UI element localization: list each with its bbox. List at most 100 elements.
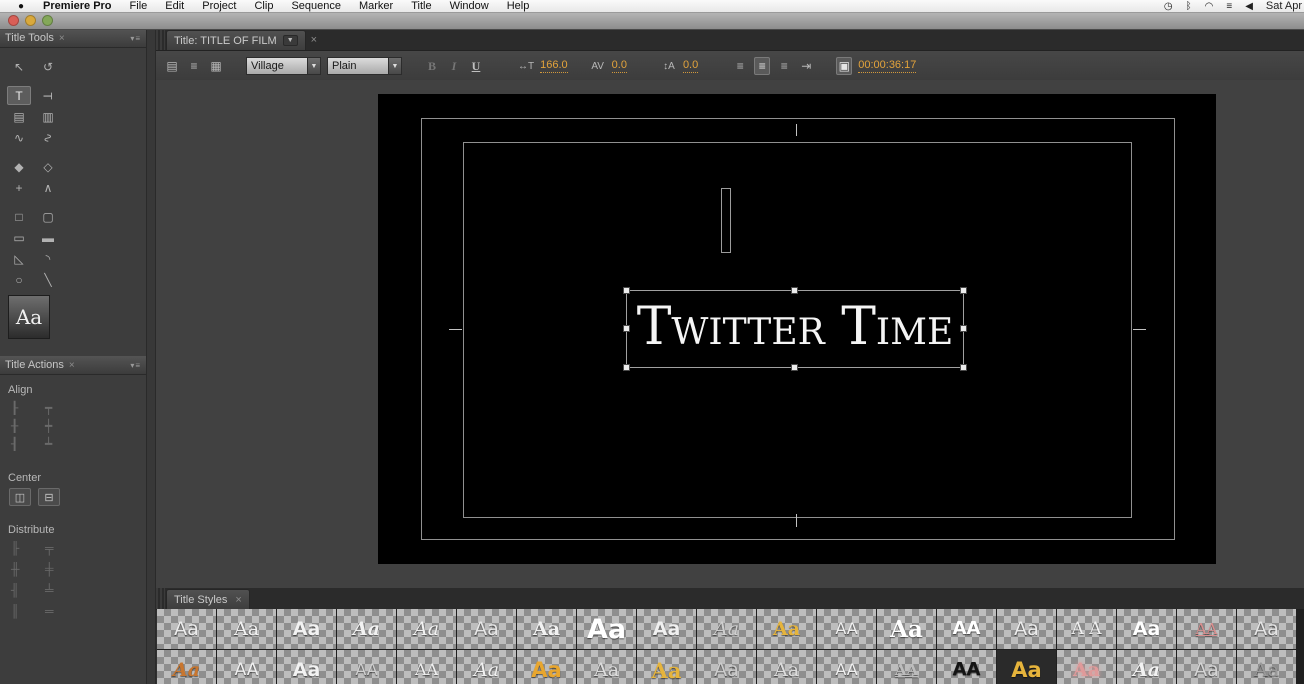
menu-item-edit[interactable]: Edit	[156, 0, 193, 12]
style-swatch[interactable]: Aa	[577, 650, 636, 684]
pen-tool[interactable]: ◆	[7, 157, 31, 176]
style-swatch[interactable]: Aa	[277, 650, 336, 684]
menu-item-window[interactable]: Window	[441, 0, 498, 12]
resize-handle-n[interactable]	[791, 287, 798, 294]
align-vertical-bottom[interactable]: ┷	[45, 436, 71, 451]
panel-menu-icon[interactable]: ▾≡	[130, 361, 141, 370]
style-swatch[interactable]: Aa	[637, 609, 696, 649]
menu-item-file[interactable]: File	[121, 0, 157, 12]
font-size-value[interactable]: 166.0	[540, 59, 568, 74]
window-title-bar[interactable]	[0, 12, 1304, 30]
style-swatch[interactable]: Aa	[517, 650, 576, 684]
style-swatch[interactable]: A A	[1057, 609, 1116, 649]
delete-anchor-point-tool[interactable]: ◇	[36, 157, 60, 176]
show-background-video-icon[interactable]: ▣	[836, 57, 853, 75]
round-rectangle-tool[interactable]: ▬	[36, 228, 60, 247]
volume-icon[interactable]: ◀	[1245, 1, 1253, 12]
close-panel-icon[interactable]: ×	[59, 33, 65, 44]
style-swatch[interactable]: Aa	[517, 609, 576, 649]
leading-value[interactable]: 0.0	[682, 59, 699, 74]
style-swatch[interactable]: Aa	[1057, 650, 1116, 684]
style-swatch[interactable]: Aa	[577, 609, 636, 649]
line-tool[interactable]: ╲	[36, 270, 60, 289]
vertical-area-type-tool[interactable]: ▥	[36, 107, 60, 126]
style-swatch[interactable]: AA	[217, 650, 276, 684]
style-swatch[interactable]: Aa	[697, 609, 756, 649]
menu-item-clip[interactable]: Clip	[245, 0, 282, 12]
titler-tab[interactable]: Title: TITLE OF FILM ▼	[166, 30, 306, 50]
ellipse-tool[interactable]: ○	[7, 270, 31, 289]
font-style-dropdown-arrow[interactable]: ▼	[389, 57, 402, 75]
resize-handle-e[interactable]	[960, 325, 967, 332]
distribute-vertical-even[interactable]: ═	[45, 603, 71, 618]
style-swatch[interactable]: AA	[937, 650, 996, 684]
style-swatch[interactable]: Aa	[457, 650, 516, 684]
style-swatch[interactable]: Aa	[217, 609, 276, 649]
roll-crawl-options-icon[interactable]: ≡	[186, 57, 202, 75]
selected-text-object[interactable]: Twitter Time	[623, 287, 967, 371]
style-swatch[interactable]: Aa	[1177, 650, 1236, 684]
menu-item-help[interactable]: Help	[498, 0, 539, 12]
distribute-vertical-bottom[interactable]: ╧	[45, 582, 71, 597]
panel-grip[interactable]	[156, 588, 165, 609]
close-window-button[interactable]	[8, 15, 19, 26]
tab-stops-icon[interactable]: ⇥	[798, 57, 814, 75]
distribute-vertical-center[interactable]: ╪	[45, 561, 71, 576]
style-swatch[interactable]: Aa	[1117, 609, 1176, 649]
style-swatch[interactable]: Aa	[997, 650, 1056, 684]
style-swatch[interactable]: Aa	[997, 609, 1056, 649]
menu-clock[interactable]: Sat Apr	[1266, 0, 1302, 12]
resize-handle-w[interactable]	[623, 325, 630, 332]
menu-item-sequence[interactable]: Sequence	[282, 0, 350, 12]
style-swatch[interactable]: Aa	[757, 650, 816, 684]
zoom-window-button[interactable]	[42, 15, 53, 26]
title-tools-header[interactable]: Title Tools × ▾≡	[0, 29, 146, 48]
font-browser-preview[interactable]: Aa	[8, 295, 50, 339]
font-style-value[interactable]: Plain	[327, 57, 389, 75]
style-swatch[interactable]: AA	[937, 609, 996, 649]
style-swatch[interactable]: Aa	[157, 650, 216, 684]
distribute-horizontal-center[interactable]: ╫	[11, 561, 37, 576]
close-panel-icon[interactable]: ×	[235, 594, 241, 606]
style-swatch[interactable]: Aa	[397, 609, 456, 649]
type-tool[interactable]: T	[7, 86, 31, 105]
style-swatch[interactable]: AA	[337, 650, 396, 684]
rounded-rectangle-tool[interactable]: ▢	[36, 207, 60, 226]
style-swatch[interactable]: AA	[397, 650, 456, 684]
underline-button[interactable]: U	[468, 57, 484, 75]
font-family-dropdown[interactable]: Village ▼	[246, 57, 321, 75]
style-swatch[interactable]: Aa	[277, 609, 336, 649]
align-horizontal-center[interactable]: ╂	[11, 418, 37, 433]
new-title-icon[interactable]: ▤	[164, 57, 180, 75]
title-actions-header[interactable]: Title Actions × ▾≡	[0, 356, 146, 375]
time-machine-icon[interactable]: ◷	[1164, 1, 1173, 12]
menu-item-project[interactable]: Project	[193, 0, 245, 12]
distribute-horizontal-right[interactable]: ╢	[11, 582, 37, 597]
align-center-icon[interactable]: ≡	[754, 57, 771, 75]
wedge-tool[interactable]: ◺	[7, 249, 31, 268]
align-vertical-center[interactable]: ┿	[45, 418, 71, 433]
style-swatch[interactable]: AA	[817, 609, 876, 649]
arc-tool[interactable]: ◝	[36, 249, 60, 268]
title-dropdown-icon[interactable]: ▼	[282, 35, 298, 46]
rectangle-tool[interactable]: □	[7, 207, 31, 226]
close-panel-icon[interactable]: ×	[69, 360, 75, 371]
distribute-vertical-top[interactable]: ╤	[45, 540, 71, 555]
style-swatch[interactable]: Aa	[337, 609, 396, 649]
style-swatch[interactable]: Aa	[1117, 650, 1176, 684]
style-swatch[interactable]: AA	[877, 650, 936, 684]
resize-handle-ne[interactable]	[960, 287, 967, 294]
style-swatch[interactable]: Aa	[1237, 609, 1296, 649]
add-anchor-point-tool[interactable]: +	[7, 178, 31, 197]
resize-handle-sw[interactable]	[623, 364, 630, 371]
resize-handle-s[interactable]	[791, 364, 798, 371]
panel-gutter[interactable]	[147, 29, 156, 684]
bold-button[interactable]: B	[424, 57, 440, 75]
clipped-corner-rectangle-tool[interactable]: ▭	[7, 228, 31, 247]
style-swatch[interactable]: Aa	[637, 650, 696, 684]
style-swatch[interactable]: Aa	[157, 609, 216, 649]
resize-handle-nw[interactable]	[623, 287, 630, 294]
style-swatch[interactable]: Aa	[1237, 650, 1296, 684]
panel-grip[interactable]	[156, 29, 165, 50]
apple-menu-icon[interactable]: ●	[8, 1, 34, 12]
